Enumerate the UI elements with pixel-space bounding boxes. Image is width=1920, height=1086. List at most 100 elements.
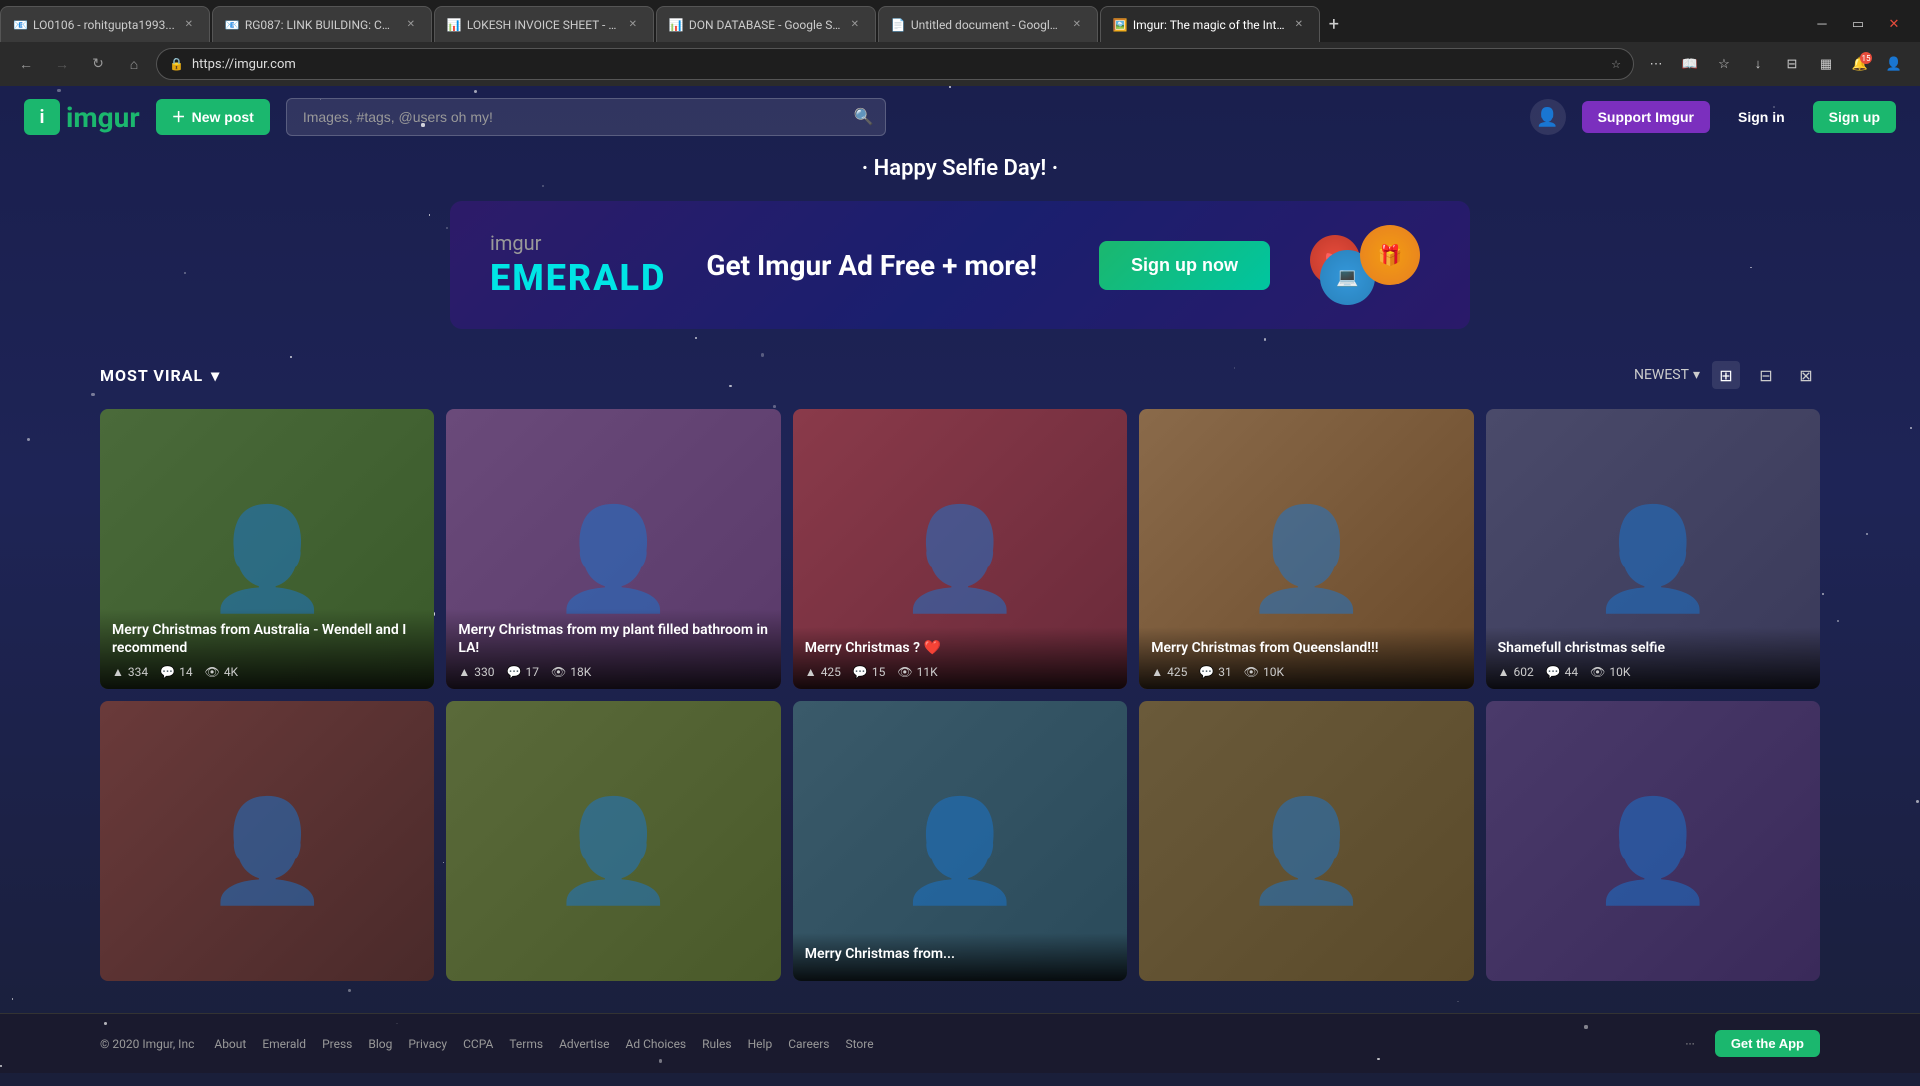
get-app-button[interactable]: Get the App (1715, 1030, 1820, 1057)
footer-link-store[interactable]: Store (845, 1037, 873, 1051)
footer-link-ad-choices[interactable]: Ad Choices (626, 1037, 687, 1051)
promo-logo-emerald: EMERALD (490, 257, 666, 299)
notifications-button[interactable]: 🔔 15 (1846, 50, 1874, 78)
tab-close-tab6[interactable]: ✕ (1291, 17, 1307, 33)
banner-bullet2: · (1052, 156, 1058, 181)
views-icon-card2: 👁 (551, 665, 566, 679)
comment-count-card3: 15 (872, 665, 886, 679)
restore-button[interactable]: ▭ (1844, 10, 1872, 38)
footer-link-rules[interactable]: Rules (702, 1037, 731, 1051)
signup-button[interactable]: Sign up (1813, 101, 1896, 133)
nav-right-controls: ⋯ 📖 ☆ ↓ ⊟ ▦ 🔔 15 👤 (1642, 50, 1908, 78)
bookmark-current-button[interactable]: ☆ (1710, 50, 1738, 78)
tab-close-tab3[interactable]: ✕ (625, 17, 641, 33)
comment-count-card1: 14 (179, 665, 193, 679)
home-button[interactable]: ⌂ (120, 50, 148, 78)
view-large-button[interactable]: ⊞ (1712, 361, 1740, 389)
reader-view-button[interactable]: 📖 (1676, 50, 1704, 78)
card-upvotes-card4: ▲ 425 (1151, 665, 1187, 679)
views-count-card3: 11K (917, 665, 938, 679)
browser-tab-tab2[interactable]: 📧 RG087: LINK BUILDING: CB N... ✕ (212, 6, 432, 42)
footer-link-press[interactable]: Press (322, 1037, 352, 1051)
view-small-button[interactable]: ⊠ (1792, 361, 1820, 389)
profile-button[interactable]: 👤 (1880, 50, 1908, 78)
tab-close-tab5[interactable]: ✕ (1069, 17, 1085, 33)
footer-copyright: © 2020 Imgur, Inc (100, 1037, 194, 1051)
minimize-button[interactable]: ─ (1808, 10, 1836, 38)
image-card-card4[interactable]: 👤Merry Christmas from Queensland!!! ▲ 42… (1139, 409, 1473, 689)
footer-link-terms[interactable]: Terms (509, 1037, 543, 1051)
tab-bar: 📧 LO0106 - rohitgupta1993... ✕ 📧 RG087: … (0, 0, 1920, 42)
viral-filter-dropdown[interactable]: MOST VIRAL ▾ (100, 366, 220, 385)
tab-label-tab6: Imgur: The magic of the Intern... (1133, 18, 1285, 32)
browser-tab-tab6[interactable]: 🖼️ Imgur: The magic of the Intern... ✕ (1100, 6, 1320, 42)
downloads-button[interactable]: ↓ (1744, 50, 1772, 78)
extensions-button[interactable]: ⋯ (1642, 50, 1670, 78)
image-card-card10[interactable]: 👤 (1486, 701, 1820, 981)
browser-tab-tab4[interactable]: 📊 DON DATABASE - Google She... ✕ (656, 6, 876, 42)
footer-link-emerald[interactable]: Emerald (262, 1037, 306, 1051)
browser-tab-tab1[interactable]: 📧 LO0106 - rohitgupta1993... ✕ (0, 6, 210, 42)
card-views-card1: 👁 4K (205, 665, 239, 679)
browser-tab-tab3[interactable]: 📊 LOKESH INVOICE SHEET - Go... ✕ (434, 6, 654, 42)
back-button[interactable]: ← (12, 50, 40, 78)
image-card-card1[interactable]: 👤Merry Christmas from Australia - Wendel… (100, 409, 434, 689)
image-card-card5[interactable]: 👤Shamefull christmas selfie ▲ 602 💬 44 👁… (1486, 409, 1820, 689)
search-button[interactable]: 🔍 (854, 107, 874, 127)
bookmark-icon[interactable]: ☆ (1611, 58, 1621, 71)
sidebar-button[interactable]: ▦ (1812, 50, 1840, 78)
tab-label-tab1: LO0106 - rohitgupta1993... (33, 18, 175, 32)
address-bar[interactable]: 🔒 https://imgur.com ☆ (156, 48, 1634, 80)
card-stats-card3: ▲ 425 💬 15 👁 11K (805, 665, 1115, 679)
viral-label: MOST VIRAL (100, 366, 203, 385)
footer-link-ccpa[interactable]: CCPA (463, 1037, 493, 1051)
comment-icon-card1: 💬 (160, 665, 175, 679)
footer-link-blog[interactable]: Blog (368, 1037, 392, 1051)
user-icon-button[interactable]: 👤 (1530, 99, 1566, 135)
signin-button[interactable]: Sign in (1726, 101, 1797, 133)
promo-signup-button[interactable]: Sign up now (1099, 241, 1270, 290)
comment-icon-card5: 💬 (1546, 665, 1561, 679)
footer-link-advertise[interactable]: Advertise (559, 1037, 609, 1051)
upvote-count-card4: 425 (1167, 665, 1187, 679)
image-card-card8[interactable]: 👤Merry Christmas from... (793, 701, 1127, 981)
image-card-card2[interactable]: 👤Merry Christmas from my plant filled ba… (446, 409, 780, 689)
refresh-button[interactable]: ↻ (84, 50, 112, 78)
image-card-card9[interactable]: 👤 (1139, 701, 1473, 981)
footer-link-careers[interactable]: Careers (788, 1037, 829, 1051)
browser-tab-tab5[interactable]: 📄 Untitled document - Google... ✕ (878, 6, 1098, 42)
image-card-card3[interactable]: 👤Merry Christmas ? ❤️ ▲ 425 💬 15 👁 11K (793, 409, 1127, 689)
search-input[interactable] (286, 98, 886, 136)
view-medium-button[interactable]: ⊟ (1752, 361, 1780, 389)
imgur-footer: © 2020 Imgur, Inc About Emerald Press Blog P… (0, 1013, 1920, 1073)
upvote-count-card5: 602 (1513, 665, 1533, 679)
card-upvotes-card5: ▲ 602 (1498, 665, 1534, 679)
imgur-logo[interactable]: i imgur (24, 99, 140, 135)
tab-favicon-tab6: 🖼️ (1113, 18, 1127, 32)
newest-dropdown[interactable]: NEWEST ▾ (1634, 367, 1700, 383)
card-info-card3: Merry Christmas ? ❤️ ▲ 425 💬 15 👁 11K (793, 627, 1127, 689)
promo-emoji-1: 🎁 (1360, 225, 1420, 285)
support-imgur-button[interactable]: Support Imgur (1582, 101, 1710, 133)
imgur-logo-text: imgur (66, 101, 140, 134)
synced-tabs-button[interactable]: ⊟ (1778, 50, 1806, 78)
new-tab-button[interactable]: + (1320, 10, 1348, 38)
imgur-logo-icon: i (24, 99, 60, 135)
card-views-card4: 👁 10K (1244, 665, 1284, 679)
new-post-button[interactable]: ＋ New post (156, 99, 270, 135)
upvote-icon-card5: ▲ (1498, 665, 1510, 679)
close-button[interactable]: ✕ (1880, 10, 1908, 38)
tab-close-tab4[interactable]: ✕ (847, 17, 863, 33)
support-label: Support Imgur (1598, 109, 1694, 125)
tab-favicon-tab5: 📄 (891, 18, 905, 32)
forward-button[interactable]: → (48, 50, 76, 78)
image-card-card6[interactable]: 👤 (100, 701, 434, 981)
card-upvotes-card3: ▲ 425 (805, 665, 841, 679)
tab-favicon-tab3: 📊 (447, 18, 461, 32)
footer-link-help[interactable]: Help (748, 1037, 773, 1051)
image-card-card7[interactable]: 👤 (446, 701, 780, 981)
footer-link-privacy[interactable]: Privacy (408, 1037, 447, 1051)
tab-close-tab2[interactable]: ✕ (403, 17, 419, 33)
footer-link-about[interactable]: About (214, 1037, 246, 1051)
tab-close-tab1[interactable]: ✕ (181, 17, 197, 33)
